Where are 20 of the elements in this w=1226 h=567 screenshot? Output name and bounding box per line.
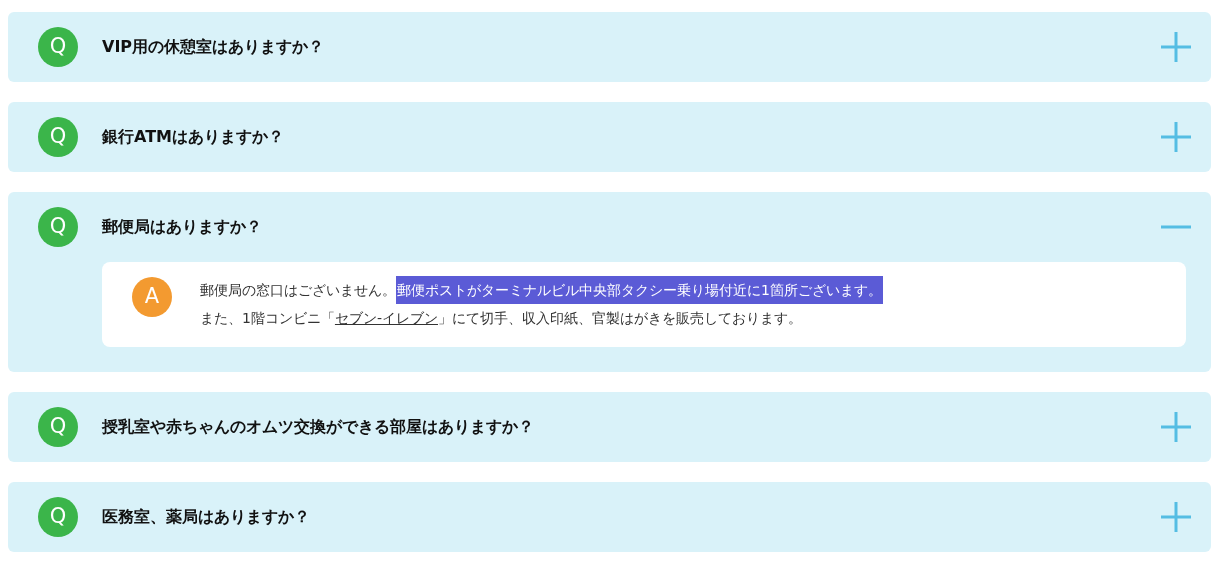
store-link[interactable]: セブン‐イレブン <box>334 304 438 332</box>
plus-icon[interactable] <box>1161 32 1191 62</box>
plus-icon[interactable] <box>1161 412 1191 442</box>
question-badge: Q <box>38 407 78 447</box>
answer-text: 郵便局の窓口はございません。 <box>200 281 396 300</box>
question-text[interactable]: 郵便局はありますか？ <box>102 215 1161 239</box>
plus-icon[interactable] <box>1161 122 1191 152</box>
question-text[interactable]: 授乳室や赤ちゃんのオムツ交換ができる部屋はありますか？ <box>102 415 1161 439</box>
question-badge: Q <box>38 27 78 67</box>
question-text[interactable]: 銀行ATMはありますか？ <box>102 125 1161 149</box>
answer-badge: A <box>132 277 172 317</box>
question-text[interactable]: VIP用の休憩室はありますか？ <box>102 35 1161 59</box>
answer-text: また、1階コンビニ「 <box>200 309 335 328</box>
question-badge: Q <box>38 497 78 537</box>
question-badge: Q <box>38 207 78 247</box>
selected-text: 郵便ポストがターミナルビル中央部タクシー乗り場付近に1箇所ございます。 <box>396 276 883 304</box>
question-text[interactable]: 医務室、薬局はありますか？ <box>102 505 1161 529</box>
question-badge: Q <box>38 117 78 157</box>
plus-icon[interactable] <box>1161 502 1191 532</box>
answer-text: 」にて切手、収入印紙、官製はがきを販売しております。 <box>438 309 802 328</box>
